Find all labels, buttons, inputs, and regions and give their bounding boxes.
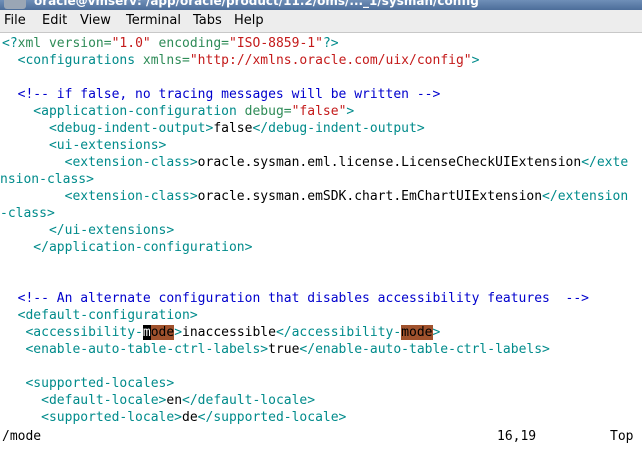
menu-tabs[interactable]: Tabs bbox=[193, 13, 222, 28]
code-token: <default-configuration> bbox=[2, 308, 198, 323]
menu-edit[interactable]: Edit bbox=[42, 13, 67, 28]
code-line: nsion-class> bbox=[0, 171, 94, 188]
code-token: </supported-locale> bbox=[197, 410, 347, 425]
code-token: "1.0" bbox=[111, 36, 151, 51]
code-token: en bbox=[166, 393, 183, 408]
menu-bar: File Edit View Terminal Tabs Help bbox=[0, 10, 642, 33]
code-token: oracle.sysman.emSDK.chart.EmChartUIExten… bbox=[197, 189, 543, 204]
code-line: <extension-class>oracle.sysman.eml.licen… bbox=[2, 154, 629, 171]
code-line: <debug-indent-output>false</debug-indent… bbox=[2, 120, 425, 137]
code-token: <debug-indent-output> bbox=[2, 121, 214, 136]
code-comment: <!-- if false, no tracing messages will … bbox=[2, 87, 441, 102]
code-line: <?xml version="1.0" encoding="ISO-8859-1… bbox=[2, 35, 339, 52]
code-comment: <!-- An alternate configuration that dis… bbox=[2, 291, 589, 306]
menu-view[interactable]: View bbox=[80, 13, 111, 28]
code-line: <accessibility-mode>inaccessible</access… bbox=[2, 324, 440, 341]
code-token: nsion-class> bbox=[0, 172, 94, 187]
code-line: <!-- An alternate configuration that dis… bbox=[2, 290, 589, 307]
code-line: <configurations xmlns="http://xmlns.orac… bbox=[2, 52, 480, 69]
code-token: <configurations bbox=[2, 53, 143, 68]
code-line: </application-configuration> bbox=[2, 239, 252, 256]
code-token: encoding= bbox=[150, 36, 230, 51]
code-token: <default-locale> bbox=[2, 393, 167, 408]
code-token: -class> bbox=[0, 206, 55, 221]
scroll-indicator: Top bbox=[610, 429, 634, 444]
code-line: <default-locale>en</default-locale> bbox=[2, 392, 315, 409]
code-token: "http://xmlns.oracle.com/uix/config" bbox=[189, 53, 472, 68]
code-token: </accessibility- bbox=[275, 325, 402, 340]
code-token: version= bbox=[41, 36, 112, 51]
code-token: inaccessible bbox=[182, 325, 276, 340]
code-token: <enable-auto-table-ctrl-labels> bbox=[2, 342, 269, 357]
code-line: <default-configuration> bbox=[2, 307, 198, 324]
code-token: </exte bbox=[581, 155, 629, 170]
search-match-highlight: mode bbox=[401, 325, 433, 340]
code-line: <!-- if false, no tracing messages will … bbox=[2, 86, 441, 103]
code-token: </application-configuration> bbox=[2, 240, 253, 255]
window-titlebar[interactable]: oracle@vmserv: /app/oracle/product/11.2/… bbox=[0, 0, 642, 10]
terminal-app-icon bbox=[4, 0, 26, 9]
code-token: xmlns= bbox=[142, 53, 190, 68]
code-token: "false" bbox=[291, 104, 347, 119]
code-token: <supported-locales> bbox=[2, 376, 175, 391]
code-line: <supported-locales> bbox=[2, 375, 174, 392]
code-token: "ISO-8859-1" bbox=[229, 36, 323, 51]
code-token: false bbox=[213, 121, 253, 136]
code-token: <extension-class> bbox=[2, 155, 198, 170]
code-line: <supported-locale>de</supported-locale> bbox=[2, 409, 346, 426]
code-token: </ui-extensions> bbox=[2, 223, 175, 238]
code-token: </enable-auto-table-ctrl-labels> bbox=[299, 342, 550, 357]
code-token: > bbox=[432, 325, 441, 340]
code-token: oracle.sysman.eml.license.LicenseCheckUI… bbox=[197, 155, 582, 170]
code-token: <supported-locale> bbox=[2, 410, 183, 425]
code-token: <application-configuration bbox=[2, 104, 245, 119]
cursor-position: 16,19 bbox=[497, 429, 537, 444]
menu-help[interactable]: Help bbox=[234, 13, 264, 28]
code-line: </ui-extensions> bbox=[2, 222, 174, 239]
menu-terminal[interactable]: Terminal bbox=[126, 13, 181, 28]
code-token: </extension bbox=[542, 189, 629, 204]
code-token: </debug-indent-output> bbox=[252, 121, 425, 136]
code-line: <ui-extensions> bbox=[2, 137, 166, 154]
code-line: <application-configuration debug="false"… bbox=[2, 103, 354, 120]
code-token: ?> bbox=[322, 36, 339, 51]
search-match-highlight: ode bbox=[150, 325, 175, 340]
code-line: -class> bbox=[0, 205, 55, 222]
code-token: <? bbox=[2, 36, 18, 51]
code-line: <enable-auto-table-ctrl-labels>true</ena… bbox=[2, 341, 550, 358]
code-token: > bbox=[471, 53, 480, 68]
code-token: <extension-class> bbox=[2, 189, 198, 204]
code-token: debug= bbox=[244, 104, 292, 119]
terminal-text-area[interactable]: <?xml version="1.0" encoding="ISO-8859-1… bbox=[0, 33, 642, 449]
code-token: </default-locale> bbox=[182, 393, 316, 408]
code-token: <ui-extensions> bbox=[2, 138, 167, 153]
code-token: > bbox=[346, 104, 355, 119]
code-token: > bbox=[174, 325, 183, 340]
code-token: <accessibility- bbox=[2, 325, 143, 340]
menu-file[interactable]: File bbox=[4, 13, 26, 28]
vim-command-line[interactable]: /mode bbox=[2, 428, 41, 445]
text-cursor: m bbox=[142, 325, 151, 340]
code-line: <extension-class>oracle.sysman.emSDK.cha… bbox=[2, 188, 629, 205]
code-token: true bbox=[268, 342, 300, 357]
window-title: oracle@vmserv: /app/oracle/product/11.2/… bbox=[34, 0, 479, 8]
code-token: de bbox=[182, 410, 198, 425]
code-token: xml bbox=[17, 36, 42, 51]
